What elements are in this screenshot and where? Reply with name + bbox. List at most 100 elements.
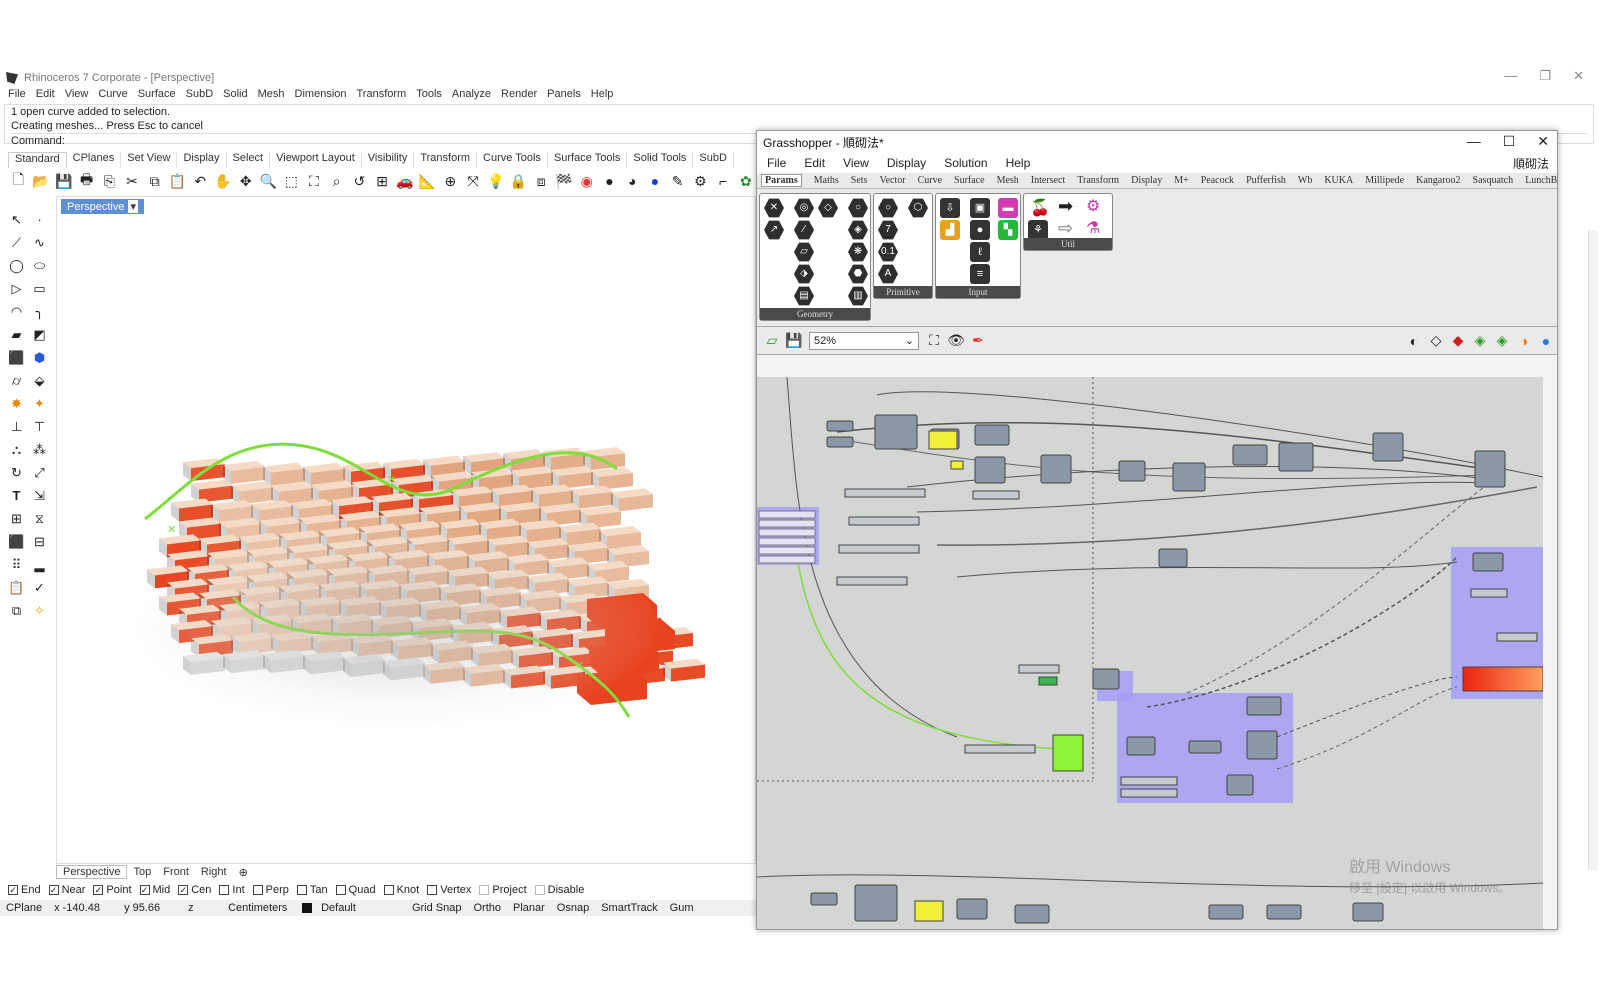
box-icon[interactable]: ⬛ [6, 347, 27, 368]
ellipse-icon[interactable]: ⬭ [29, 255, 50, 276]
zoom-dropdown[interactable]: 52% ⌄ [809, 331, 919, 350]
gh-tab-intersect[interactable]: Intersect [1031, 175, 1065, 186]
gh-component[interactable] [854, 884, 898, 922]
select-arrow-icon[interactable]: ↖ [6, 209, 27, 230]
preview-selected-icon[interactable]: ◆ [1447, 330, 1469, 352]
cplane-icon[interactable]: ⊕ [440, 171, 461, 192]
osnap-checkbox[interactable]: ✓ [48, 885, 59, 895]
rectangle-icon[interactable]: ▭ [29, 278, 50, 299]
number-slider[interactable] [1496, 632, 1538, 642]
preview-eye-icon[interactable]: 👁 [945, 330, 967, 352]
arrow-outline-icon[interactable]: ⇨ [1058, 218, 1073, 239]
ruler-tool-icon[interactable]: ▂ [29, 554, 50, 575]
gh-component[interactable] [1372, 432, 1404, 462]
osnap-checkbox[interactable] [296, 885, 307, 895]
undo-icon[interactable]: ↶ [190, 171, 211, 192]
yellow-panel[interactable] [928, 430, 958, 450]
gh-component[interactable] [974, 424, 1010, 446]
gh-component[interactable] [1472, 552, 1504, 572]
polyline-icon[interactable]: ⟋ [6, 232, 27, 253]
data-input-icon[interactable]: ⇩ [940, 198, 960, 218]
decimal-param-icon[interactable]: 0.1 [878, 242, 898, 262]
paste-icon[interactable]: 📋 [167, 171, 188, 192]
gh-tab-lunchbox[interactable]: LunchBox [1525, 175, 1557, 186]
color-wheel-icon[interactable]: ◉ [576, 171, 597, 192]
osnap-disable[interactable]: Disable [534, 884, 584, 896]
toggle-input-icon[interactable]: ● [970, 220, 990, 240]
tab-visibility[interactable]: Visibility [362, 152, 415, 168]
osnap-checkbox[interactable] [427, 885, 438, 895]
gh-menu-file[interactable]: File [767, 156, 786, 170]
param-panel[interactable] [758, 555, 816, 564]
number-slider[interactable] [1120, 776, 1178, 786]
move-icon[interactable]: ⤧ [463, 171, 484, 192]
gh-component[interactable] [1352, 902, 1384, 922]
osnap-quad[interactable]: Quad [335, 884, 376, 896]
gradient-input-icon[interactable]: ▬ [998, 198, 1018, 218]
control-point-marker[interactable]: ✕ [387, 473, 396, 486]
number-slider[interactable] [972, 490, 1020, 500]
gh-tab-transform[interactable]: Transform [1077, 175, 1119, 186]
gh-tab-params[interactable]: Params [761, 174, 802, 187]
zoom-extents-icon[interactable]: ⛶ [923, 330, 945, 352]
integer-param-icon[interactable]: ⬡ [908, 198, 928, 218]
vp-tab-perspective[interactable]: Perspective [56, 865, 128, 879]
analyze-icon[interactable]: ⊟ [29, 531, 50, 552]
toggle-osnap[interactable]: Osnap [551, 902, 595, 914]
brep-param-icon[interactable]: ⬗ [794, 264, 814, 284]
osnap-int[interactable]: Int [219, 884, 245, 896]
yellow-panel[interactable] [914, 900, 944, 922]
gh-component[interactable] [1246, 696, 1282, 716]
menu-help[interactable]: Help [591, 88, 614, 104]
arrow-right-icon[interactable]: ➡ [1058, 196, 1073, 217]
gh-component[interactable] [1226, 774, 1254, 796]
gh-tab-sets[interactable]: Sets [851, 175, 868, 186]
tab-standard[interactable]: Standard [8, 152, 67, 168]
surface-icon[interactable]: ▰ [6, 324, 27, 345]
gh-tab-surface[interactable]: Surface [954, 175, 985, 186]
toggle-grid-snap[interactable]: Grid Snap [406, 902, 468, 914]
mesh-param-icon[interactable]: ❋ [848, 242, 868, 262]
gh-component[interactable] [1014, 904, 1050, 924]
gh-component[interactable] [826, 436, 854, 448]
gh-tab-wb[interactable]: Wb [1298, 175, 1312, 186]
vp-tab-top[interactable]: Top [127, 866, 157, 878]
number-param-icon[interactable]: 7 [878, 220, 898, 240]
flask-icon[interactable]: ⚗ [1086, 218, 1100, 238]
toggle-ortho[interactable]: Ortho [467, 902, 507, 914]
check-icon[interactable]: ✓ [29, 577, 50, 598]
text-icon[interactable]: T [6, 485, 27, 506]
menu-solid[interactable]: Solid [223, 88, 247, 104]
dimension-icon[interactable]: ⇲ [29, 485, 50, 506]
osnap-checkbox[interactable] [383, 885, 394, 895]
graph-mapper-icon[interactable]: ▟ [940, 220, 960, 240]
panel-scrollbar[interactable] [1588, 230, 1598, 870]
layer-tool-icon[interactable]: ⧉ [6, 600, 27, 621]
gh-maximize-icon[interactable]: ☐ [1503, 133, 1516, 150]
split-icon[interactable]: ⊥ [6, 416, 27, 437]
menu-view[interactable]: View [65, 88, 89, 104]
osnap-checkbox[interactable]: ✓ [8, 885, 18, 895]
sketch-pen-icon[interactable]: ✒ [967, 330, 989, 352]
gh-minimize-icon[interactable]: — [1467, 133, 1481, 150]
menu-surface[interactable]: Surface [138, 88, 176, 104]
number-slider[interactable] [838, 544, 920, 554]
gh-tab-kangaroo2[interactable]: Kangaroo2 [1416, 175, 1460, 186]
curve-icon[interactable]: ∿ [29, 232, 50, 253]
slider-input-icon[interactable]: ℓ [970, 242, 990, 262]
cylinder-icon[interactable]: ⌭ [6, 370, 27, 391]
shaded-sphere-icon[interactable]: ● [599, 171, 620, 192]
minimize-icon[interactable]: — [1504, 68, 1517, 84]
field-param-icon[interactable]: ⬣ [848, 264, 868, 284]
gh-tab-maths[interactable]: Maths [814, 175, 839, 186]
tab-select[interactable]: Select [227, 152, 271, 168]
osnap-project[interactable]: Project [479, 884, 527, 896]
close-icon[interactable]: ✕ [1573, 68, 1584, 84]
osnap-checkbox[interactable] [252, 885, 263, 895]
undo-view-icon[interactable]: ↺ [349, 171, 370, 192]
gh-component[interactable] [1172, 462, 1206, 492]
menu-mesh[interactable]: Mesh [258, 88, 285, 104]
ruler-icon[interactable]: 📐 [417, 171, 438, 192]
preview-shaded-icon[interactable]: ◇ [1425, 330, 1447, 352]
rendered-sphere-icon[interactable]: ◕ [622, 171, 643, 192]
